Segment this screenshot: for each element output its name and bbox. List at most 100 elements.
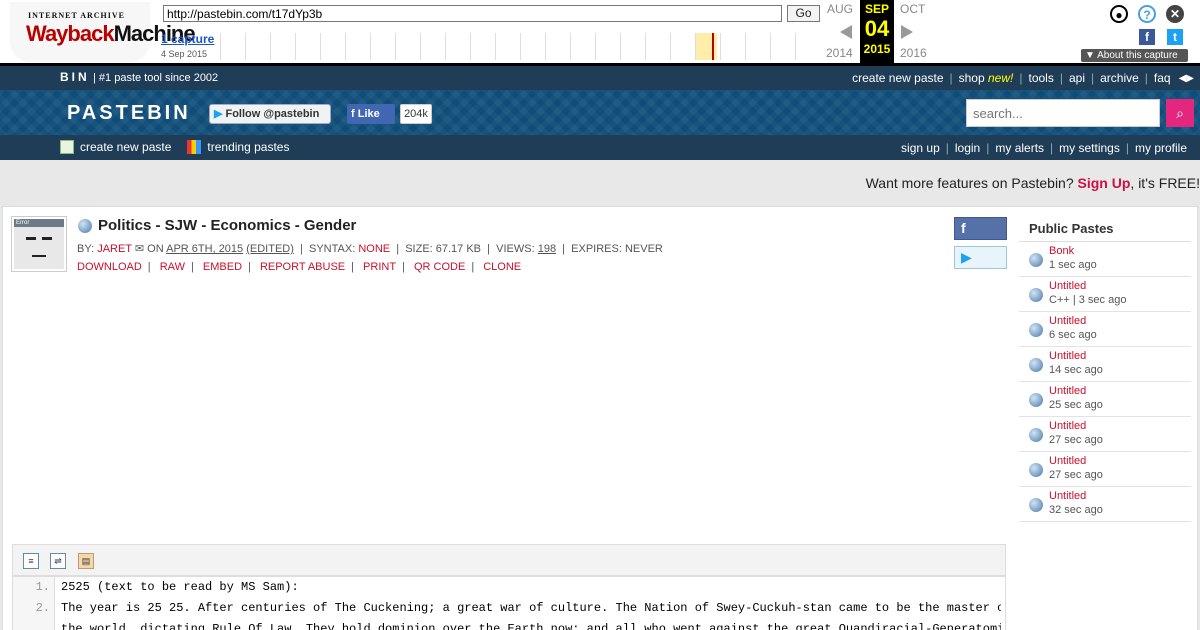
collapse-arrows-icon[interactable]: ◀▶ bbox=[1179, 73, 1194, 84]
public-paste-item[interactable]: Untitled 27 sec ago bbox=[1019, 452, 1191, 487]
line-number-gutter: 1. 2. bbox=[13, 577, 55, 630]
raw-link[interactable]: RAW bbox=[160, 261, 185, 273]
public-paste-time: 6 sec ago bbox=[1049, 329, 1097, 341]
search-icon: ⌕ bbox=[1176, 105, 1184, 121]
sparkline-month-divider bbox=[395, 33, 396, 60]
copy-clipboard-icon[interactable]: ▤ bbox=[78, 553, 94, 569]
mail-icon[interactable]: ✉ bbox=[135, 243, 144, 255]
report-abuse-link[interactable]: REPORT ABUSE bbox=[260, 261, 345, 273]
top-link-faq[interactable]: faq bbox=[1154, 71, 1171, 85]
sparkline-month-divider bbox=[520, 33, 521, 60]
close-icon[interactable]: ✕ bbox=[1166, 5, 1184, 23]
author-link[interactable]: JARET bbox=[97, 243, 132, 255]
top-link-shop[interactable]: shop new! bbox=[959, 71, 1014, 85]
about-capture-button[interactable]: ▼ About this capture bbox=[1081, 49, 1188, 62]
public-paste-name[interactable]: Untitled bbox=[1049, 315, 1097, 327]
edited-label: (EDITED) bbox=[246, 243, 294, 255]
public-paste-name[interactable]: Untitled bbox=[1049, 490, 1103, 502]
pastebin-logo[interactable]: PASTEBIN bbox=[67, 102, 191, 125]
toggle-line-numbers-icon[interactable]: ≡ bbox=[23, 553, 39, 569]
code-toolbar: ≡ ⇌ ▤ bbox=[12, 544, 1006, 576]
wayback-url-input[interactable] bbox=[163, 5, 782, 22]
clone-link[interactable]: CLONE bbox=[483, 261, 521, 273]
next-capture-arrow-icon[interactable] bbox=[901, 25, 913, 39]
facebook-share-icon[interactable]: f bbox=[1139, 29, 1155, 45]
public-paste-item[interactable]: Untitled C++ | 3 sec ago bbox=[1019, 277, 1191, 312]
twitter-share-button[interactable]: ▶ bbox=[954, 246, 1007, 269]
toggle-wrap-icon[interactable]: ⇌ bbox=[50, 553, 66, 569]
prev-month-label[interactable]: AUG bbox=[827, 2, 853, 16]
trending-chart-icon bbox=[187, 140, 202, 154]
public-paste-name[interactable]: Untitled bbox=[1049, 455, 1103, 467]
sparkline-month-divider bbox=[770, 33, 771, 60]
public-paste-item[interactable]: Untitled 25 sec ago bbox=[1019, 382, 1191, 417]
wayback-logo-word1: Wayback bbox=[26, 21, 115, 46]
public-paste-name[interactable]: Untitled bbox=[1049, 420, 1103, 432]
author-avatar[interactable]: Error bbox=[11, 216, 67, 272]
public-paste-time: 27 sec ago bbox=[1049, 469, 1103, 481]
public-paste-item[interactable]: Untitled 27 sec ago bbox=[1019, 417, 1191, 452]
public-paste-name[interactable]: Bonk bbox=[1049, 245, 1097, 257]
print-link[interactable]: PRINT bbox=[363, 261, 396, 273]
wayback-toolbar: INTERNET ARCHIVE WaybackMachine Go 1 cap… bbox=[0, 0, 1200, 66]
sub-nav-bar: create new paste trending pastes sign up… bbox=[0, 135, 1200, 160]
sparkline-month-divider bbox=[795, 33, 796, 60]
public-paste-name[interactable]: Untitled bbox=[1049, 280, 1126, 292]
sparkline-month-divider bbox=[345, 33, 346, 60]
expires-label: EXPIRES: NEVER bbox=[571, 243, 663, 255]
code-viewer[interactable]: 1. 2. 2525 (text to be read by MS Sam): … bbox=[12, 576, 1006, 630]
help-icon[interactable]: ? bbox=[1138, 5, 1156, 23]
captures-link[interactable]: 1 capture bbox=[161, 32, 214, 46]
download-link[interactable]: DOWNLOAD bbox=[77, 261, 142, 273]
globe-icon bbox=[1029, 428, 1043, 442]
capture-sparkline[interactable] bbox=[220, 33, 820, 60]
avatar-face-image bbox=[14, 227, 64, 269]
public-pastes-sidebar: Public Pastes Bonk 1 sec ago Untitled C++ … bbox=[1019, 215, 1191, 522]
code-line: 2525 (text to be read by MS Sam): bbox=[61, 580, 299, 594]
top-brand[interactable]: BIN bbox=[60, 70, 90, 84]
user-icon[interactable]: ● bbox=[1110, 5, 1128, 23]
syntax-link[interactable]: NONE bbox=[358, 243, 390, 255]
facebook-share-button[interactable]: f bbox=[954, 217, 1007, 240]
facebook-like-button[interactable]: f Like bbox=[347, 104, 395, 124]
public-paste-item[interactable]: Untitled 14 sec ago bbox=[1019, 347, 1191, 382]
public-paste-name[interactable]: Untitled bbox=[1049, 350, 1103, 362]
public-paste-item[interactable]: Bonk 1 sec ago bbox=[1019, 242, 1191, 277]
login-link[interactable]: login bbox=[955, 141, 980, 155]
next-month-label[interactable]: OCT bbox=[900, 2, 925, 16]
my-profile-link[interactable]: my profile bbox=[1135, 141, 1187, 155]
sparkline-month-divider bbox=[745, 33, 746, 60]
twitter-follow-button[interactable]: ▶ Follow @pastebin bbox=[209, 104, 331, 124]
prev-capture-arrow-icon[interactable] bbox=[840, 25, 852, 39]
line-number bbox=[13, 619, 54, 630]
by-label: BY: bbox=[77, 243, 95, 255]
avatar-window-bar: Error bbox=[14, 219, 64, 227]
promo-signup-link[interactable]: Sign Up bbox=[1078, 175, 1131, 191]
top-link-api[interactable]: api bbox=[1069, 71, 1085, 85]
wayback-go-button[interactable]: Go bbox=[787, 5, 820, 22]
sign-up-link[interactable]: sign up bbox=[901, 141, 940, 155]
my-settings-link[interactable]: my settings bbox=[1059, 141, 1120, 155]
create-paste-link[interactable]: create new paste bbox=[60, 140, 171, 154]
top-link-create[interactable]: create new paste bbox=[852, 71, 943, 85]
public-paste-name[interactable]: Untitled bbox=[1049, 385, 1103, 397]
wayback-logo[interactable]: INTERNET ARCHIVE WaybackMachine bbox=[10, 2, 196, 62]
sparkline-month-divider bbox=[220, 33, 221, 60]
capture-date-range: 4 Sep 2015 bbox=[161, 49, 208, 59]
public-paste-item[interactable]: Untitled 6 sec ago bbox=[1019, 312, 1191, 347]
twitter-share-icon[interactable]: t bbox=[1167, 29, 1183, 45]
top-links: create new paste | shop new! | tools | api |… bbox=[852, 71, 1194, 85]
next-year-label[interactable]: 2016 bbox=[900, 46, 927, 60]
public-paste-item[interactable]: Untitled 32 sec ago bbox=[1019, 487, 1191, 522]
qr-code-link[interactable]: QR CODE bbox=[414, 261, 465, 273]
search-input[interactable] bbox=[966, 99, 1160, 127]
top-link-archive[interactable]: archive bbox=[1100, 71, 1139, 85]
paste-actions: DOWNLOAD | RAW | EMBED | REPORT ABUSE | PRIN… bbox=[77, 261, 522, 273]
embed-link[interactable]: EMBED bbox=[203, 261, 242, 273]
my-alerts-link[interactable]: my alerts bbox=[995, 141, 1044, 155]
prev-year-label[interactable]: 2014 bbox=[826, 46, 853, 60]
public-paste-time: 32 sec ago bbox=[1049, 504, 1103, 516]
top-link-tools[interactable]: tools bbox=[1028, 71, 1053, 85]
trending-pastes-link[interactable]: trending pastes bbox=[187, 140, 289, 154]
search-button[interactable]: ⌕ bbox=[1166, 99, 1194, 127]
